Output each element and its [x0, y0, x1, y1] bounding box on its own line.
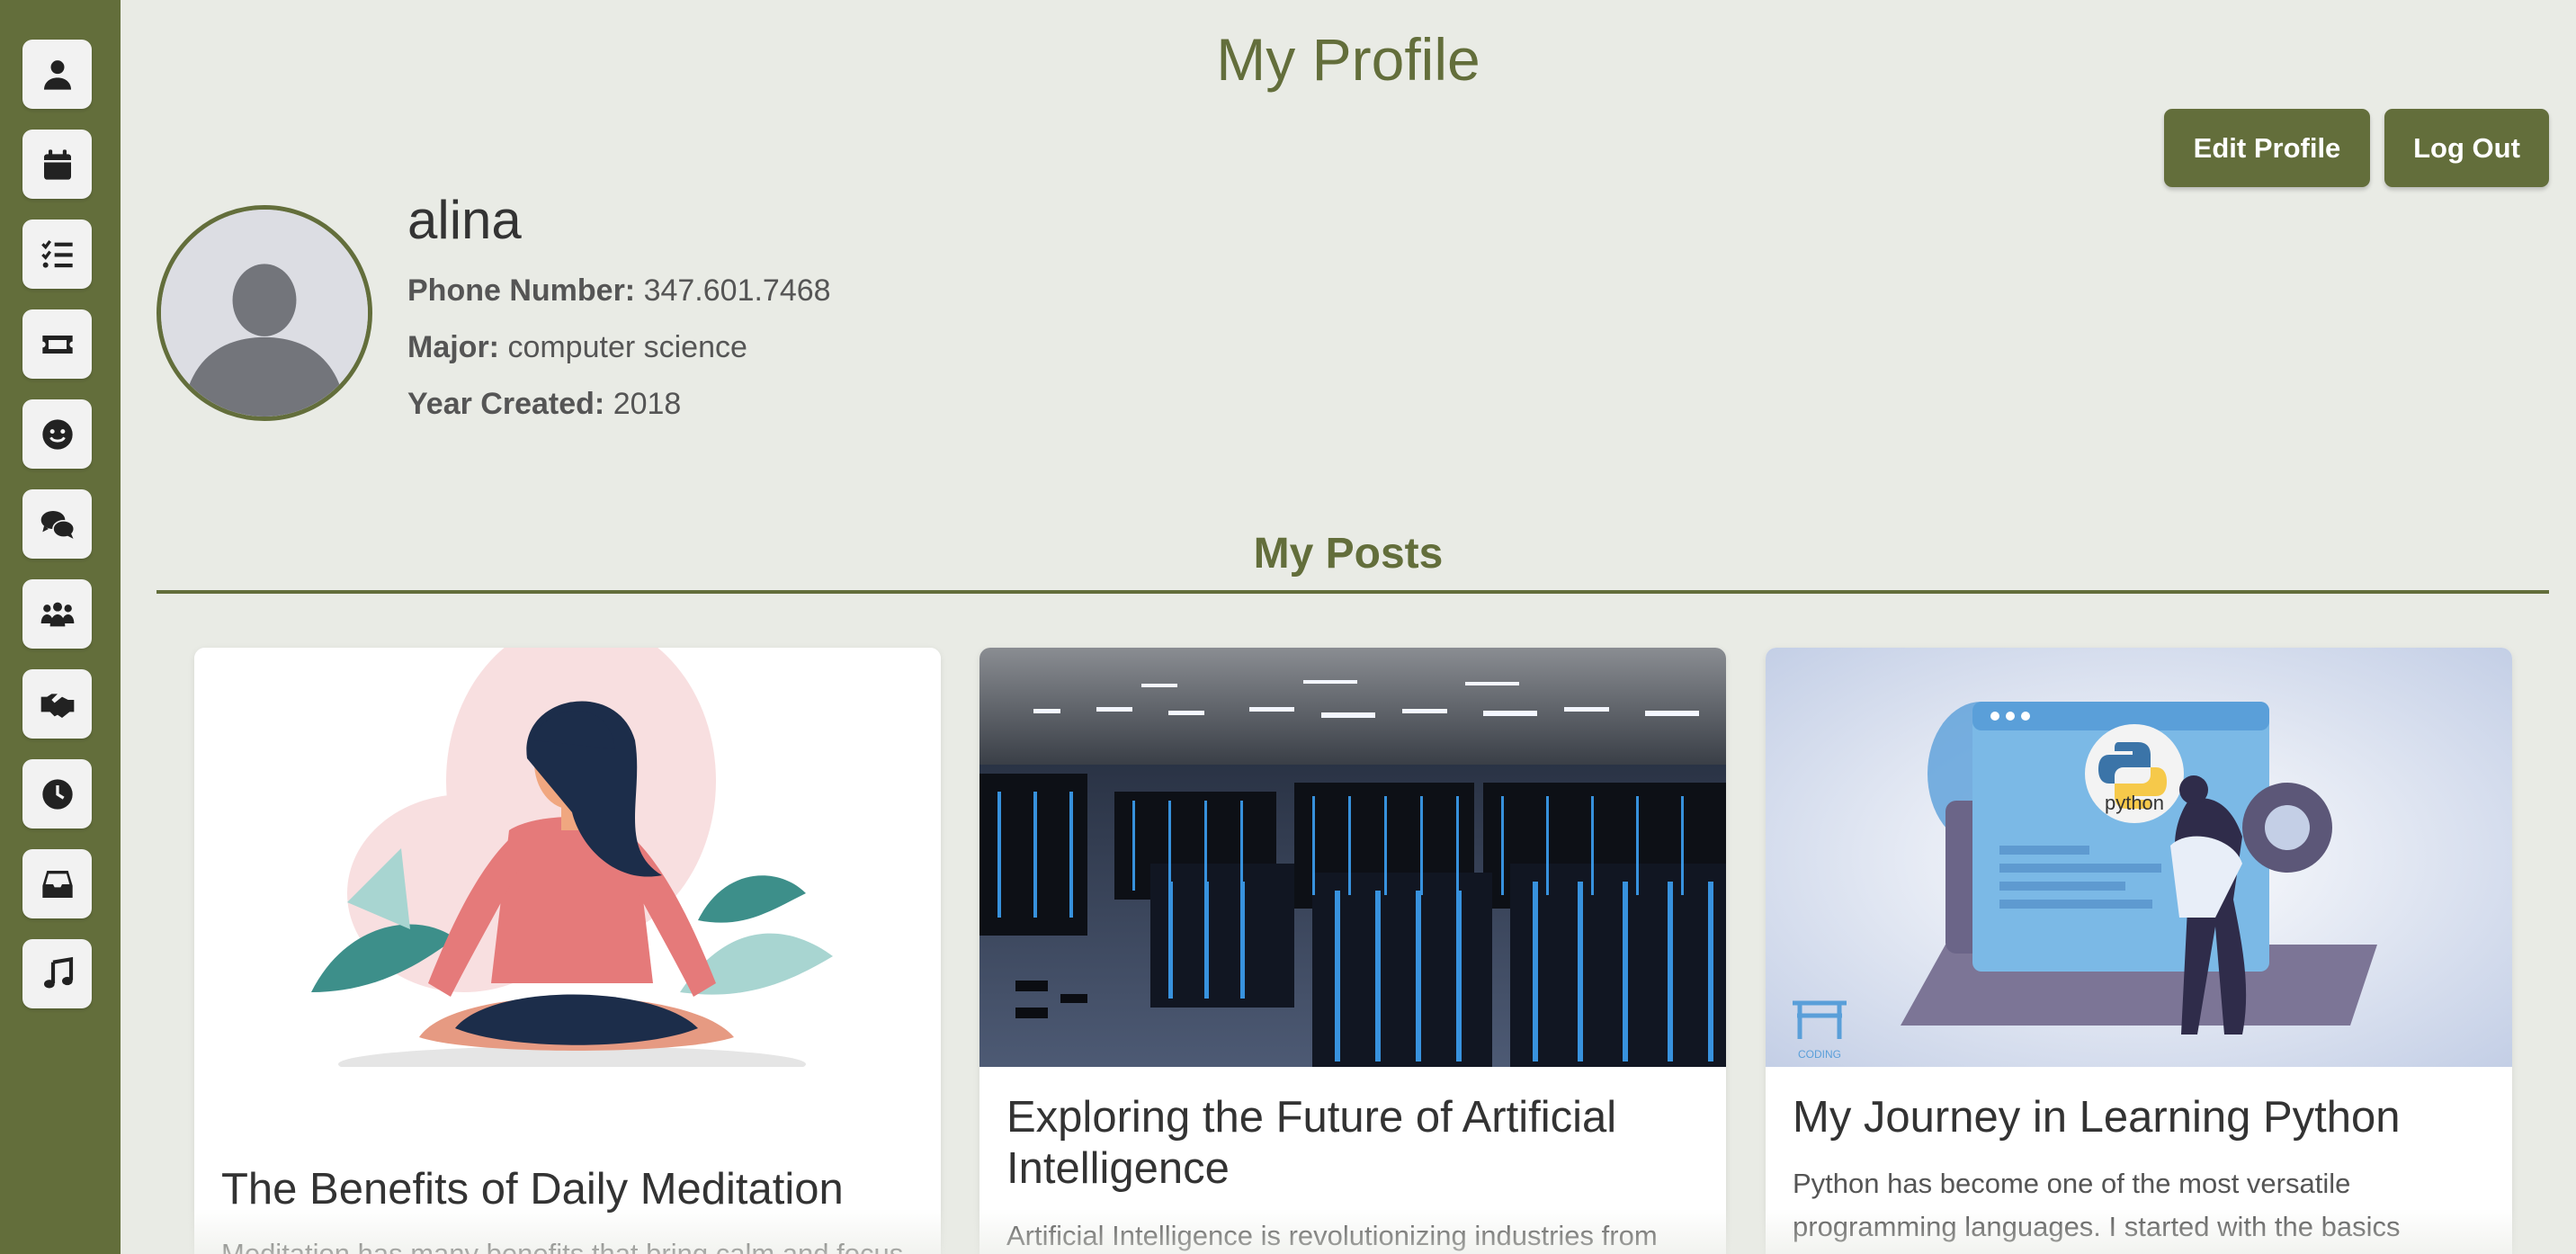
sidebar-item-partners[interactable] — [22, 669, 92, 739]
sidebar-item-groups[interactable] — [22, 579, 92, 649]
post-title: My Journey in Learning Python — [1793, 1093, 2401, 1142]
post-title: Exploring the Future of Artificial Intel… — [1006, 1093, 1617, 1193]
post-excerpt: Python has become one of the most versat… — [1793, 1168, 2401, 1242]
clock-icon — [41, 778, 73, 810]
sidebar-item-tickets[interactable] — [22, 309, 92, 379]
year-info: Year Created: 2018 — [407, 387, 681, 422]
chat-icon — [40, 510, 75, 539]
major-info: Major: computer science — [407, 330, 747, 365]
edit-profile-button[interactable]: Edit Profile — [2164, 109, 2370, 187]
sidebar-item-profile[interactable] — [22, 40, 92, 109]
post-excerpt: Artificial Intelligence is revolutionizi… — [1006, 1220, 1658, 1251]
avatar-placeholder-icon — [161, 210, 368, 417]
sidebar-item-calendar[interactable] — [22, 130, 92, 199]
post-excerpt: Meditation has many benefits that bring … — [221, 1238, 904, 1254]
phone-label: Phone Number: — [407, 273, 636, 308]
inbox-icon — [41, 870, 73, 898]
post-card[interactable]: Exploring the Future of Artificial Intel… — [979, 648, 1726, 1254]
post-card[interactable]: python CODING My Journey in Learning Pyt… — [1766, 648, 2512, 1254]
year-label: Year Created: — [407, 387, 605, 421]
year-value: 2018 — [613, 387, 682, 421]
post-title: The Benefits of Daily Meditation — [221, 1165, 844, 1214]
user-icon — [43, 59, 71, 90]
post-image-python: python CODING — [1766, 648, 2512, 1067]
page-title: My Profile — [1216, 26, 1480, 93]
logout-button[interactable]: Log Out — [2384, 109, 2549, 187]
phone-info: Phone Number: 347.601.7468 — [407, 273, 831, 309]
smiley-icon — [41, 418, 73, 450]
calendar-icon — [43, 148, 71, 180]
sidebar-item-tasks[interactable] — [22, 219, 92, 289]
sidebar-item-history[interactable] — [22, 759, 92, 829]
handshake-icon — [40, 693, 74, 718]
sidebar-item-inbox[interactable] — [22, 849, 92, 918]
task-list-icon — [40, 239, 73, 268]
username: alina — [407, 190, 522, 250]
avatar — [157, 205, 372, 421]
posts-heading: My Posts — [1253, 530, 1444, 578]
sidebar-item-mood[interactable] — [22, 399, 92, 469]
sidebar — [0, 0, 121, 1254]
major-label: Major: — [407, 330, 499, 364]
coding-watermark: CODING — [1798, 1048, 1841, 1061]
people-group-icon — [40, 602, 74, 626]
post-image-meditation — [194, 648, 941, 1067]
posts-divider — [157, 590, 2549, 594]
post-card[interactable]: The Benefits of Daily Meditation Meditat… — [194, 648, 941, 1254]
music-icon — [43, 956, 73, 988]
phone-value: 347.601.7468 — [643, 273, 831, 308]
python-logo-text: python — [2105, 792, 2164, 814]
post-image-ai — [979, 648, 1726, 1067]
major-value: computer science — [507, 330, 747, 364]
sidebar-item-music[interactable] — [22, 939, 92, 1008]
profile-page: My Profile Edit Profile Log Out alina Ph… — [0, 0, 2576, 1254]
sidebar-item-chat[interactable] — [22, 489, 92, 559]
ticket-icon — [41, 335, 73, 354]
